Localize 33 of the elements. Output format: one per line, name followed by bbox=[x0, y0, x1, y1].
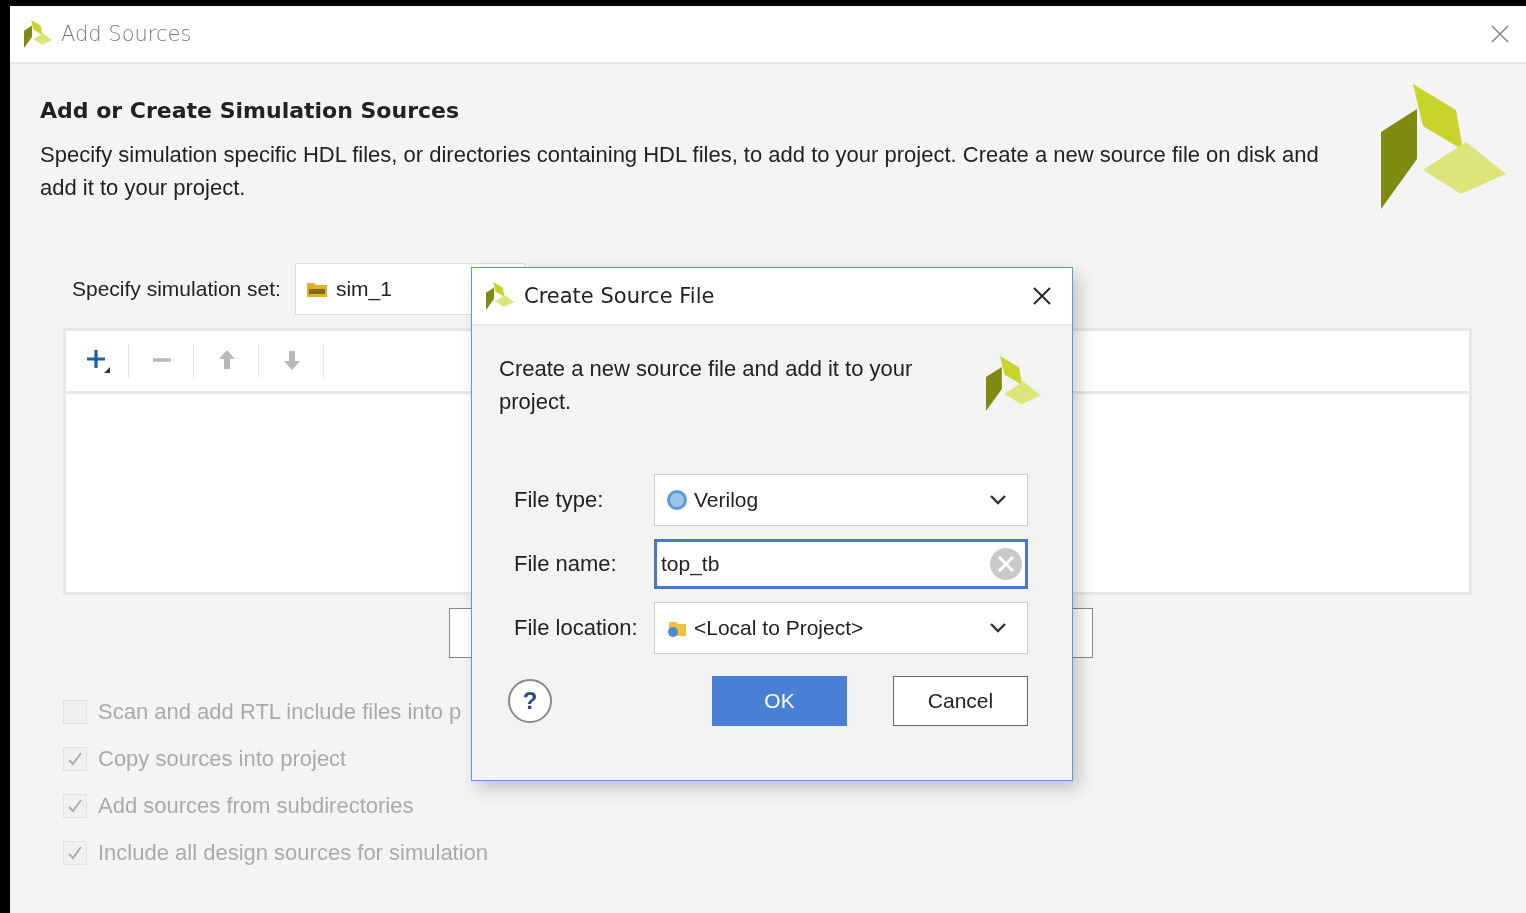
language-icon bbox=[666, 489, 688, 511]
ok-button[interactable]: OK bbox=[712, 676, 847, 726]
dropdown-value: sim_1 bbox=[335, 277, 392, 301]
logo-icon bbox=[1381, 84, 1506, 209]
field-label: File location: bbox=[513, 615, 639, 641]
page-description: Specify simulation specific HDL files, or directories containing HDL files, to add to your project. Create a new source file on disk and add it to your project. bbox=[40, 141, 1320, 202]
chevron-down-icon[interactable] bbox=[989, 622, 1007, 634]
close-icon[interactable] bbox=[1032, 286, 1052, 306]
clear-icon[interactable] bbox=[989, 547, 1023, 581]
checkbox-label: Scan and add RTL include files into p bbox=[98, 698, 462, 725]
logo-icon bbox=[24, 20, 52, 48]
cancel-button[interactable]: Cancel bbox=[893, 676, 1028, 726]
folder-icon bbox=[305, 280, 328, 298]
checkbox-label: Include all design sources for simulation bbox=[98, 839, 489, 866]
logo-icon bbox=[986, 356, 1041, 411]
input-field[interactable]: top_tb bbox=[654, 539, 1028, 589]
dropdown-value: Verilog bbox=[694, 488, 760, 512]
field-label: File type: bbox=[513, 487, 605, 513]
help-button[interactable]: ? bbox=[508, 679, 552, 723]
dropdown[interactable]: <Local to Project> bbox=[654, 602, 1028, 654]
window-title: Add Sources bbox=[61, 22, 192, 46]
dropdown[interactable]: Verilog bbox=[654, 474, 1028, 526]
dialog-title: Create Source File bbox=[524, 284, 715, 308]
dialog-description: Create a new source file and add it to your project. bbox=[499, 355, 914, 416]
page-heading: Add or Create Simulation Sources bbox=[40, 98, 461, 123]
add-icon[interactable] bbox=[84, 347, 112, 375]
checkbox-label: Add sources from subdirectories bbox=[98, 792, 414, 819]
dropdown-value: <Local to Project> bbox=[694, 616, 865, 640]
chevron-down-icon[interactable] bbox=[989, 494, 1007, 506]
checkbox-label: Copy sources into project bbox=[98, 745, 347, 772]
logo-icon bbox=[486, 282, 514, 310]
field-label: Specify simulation set: bbox=[72, 277, 281, 301]
field-label: File name: bbox=[513, 551, 618, 577]
